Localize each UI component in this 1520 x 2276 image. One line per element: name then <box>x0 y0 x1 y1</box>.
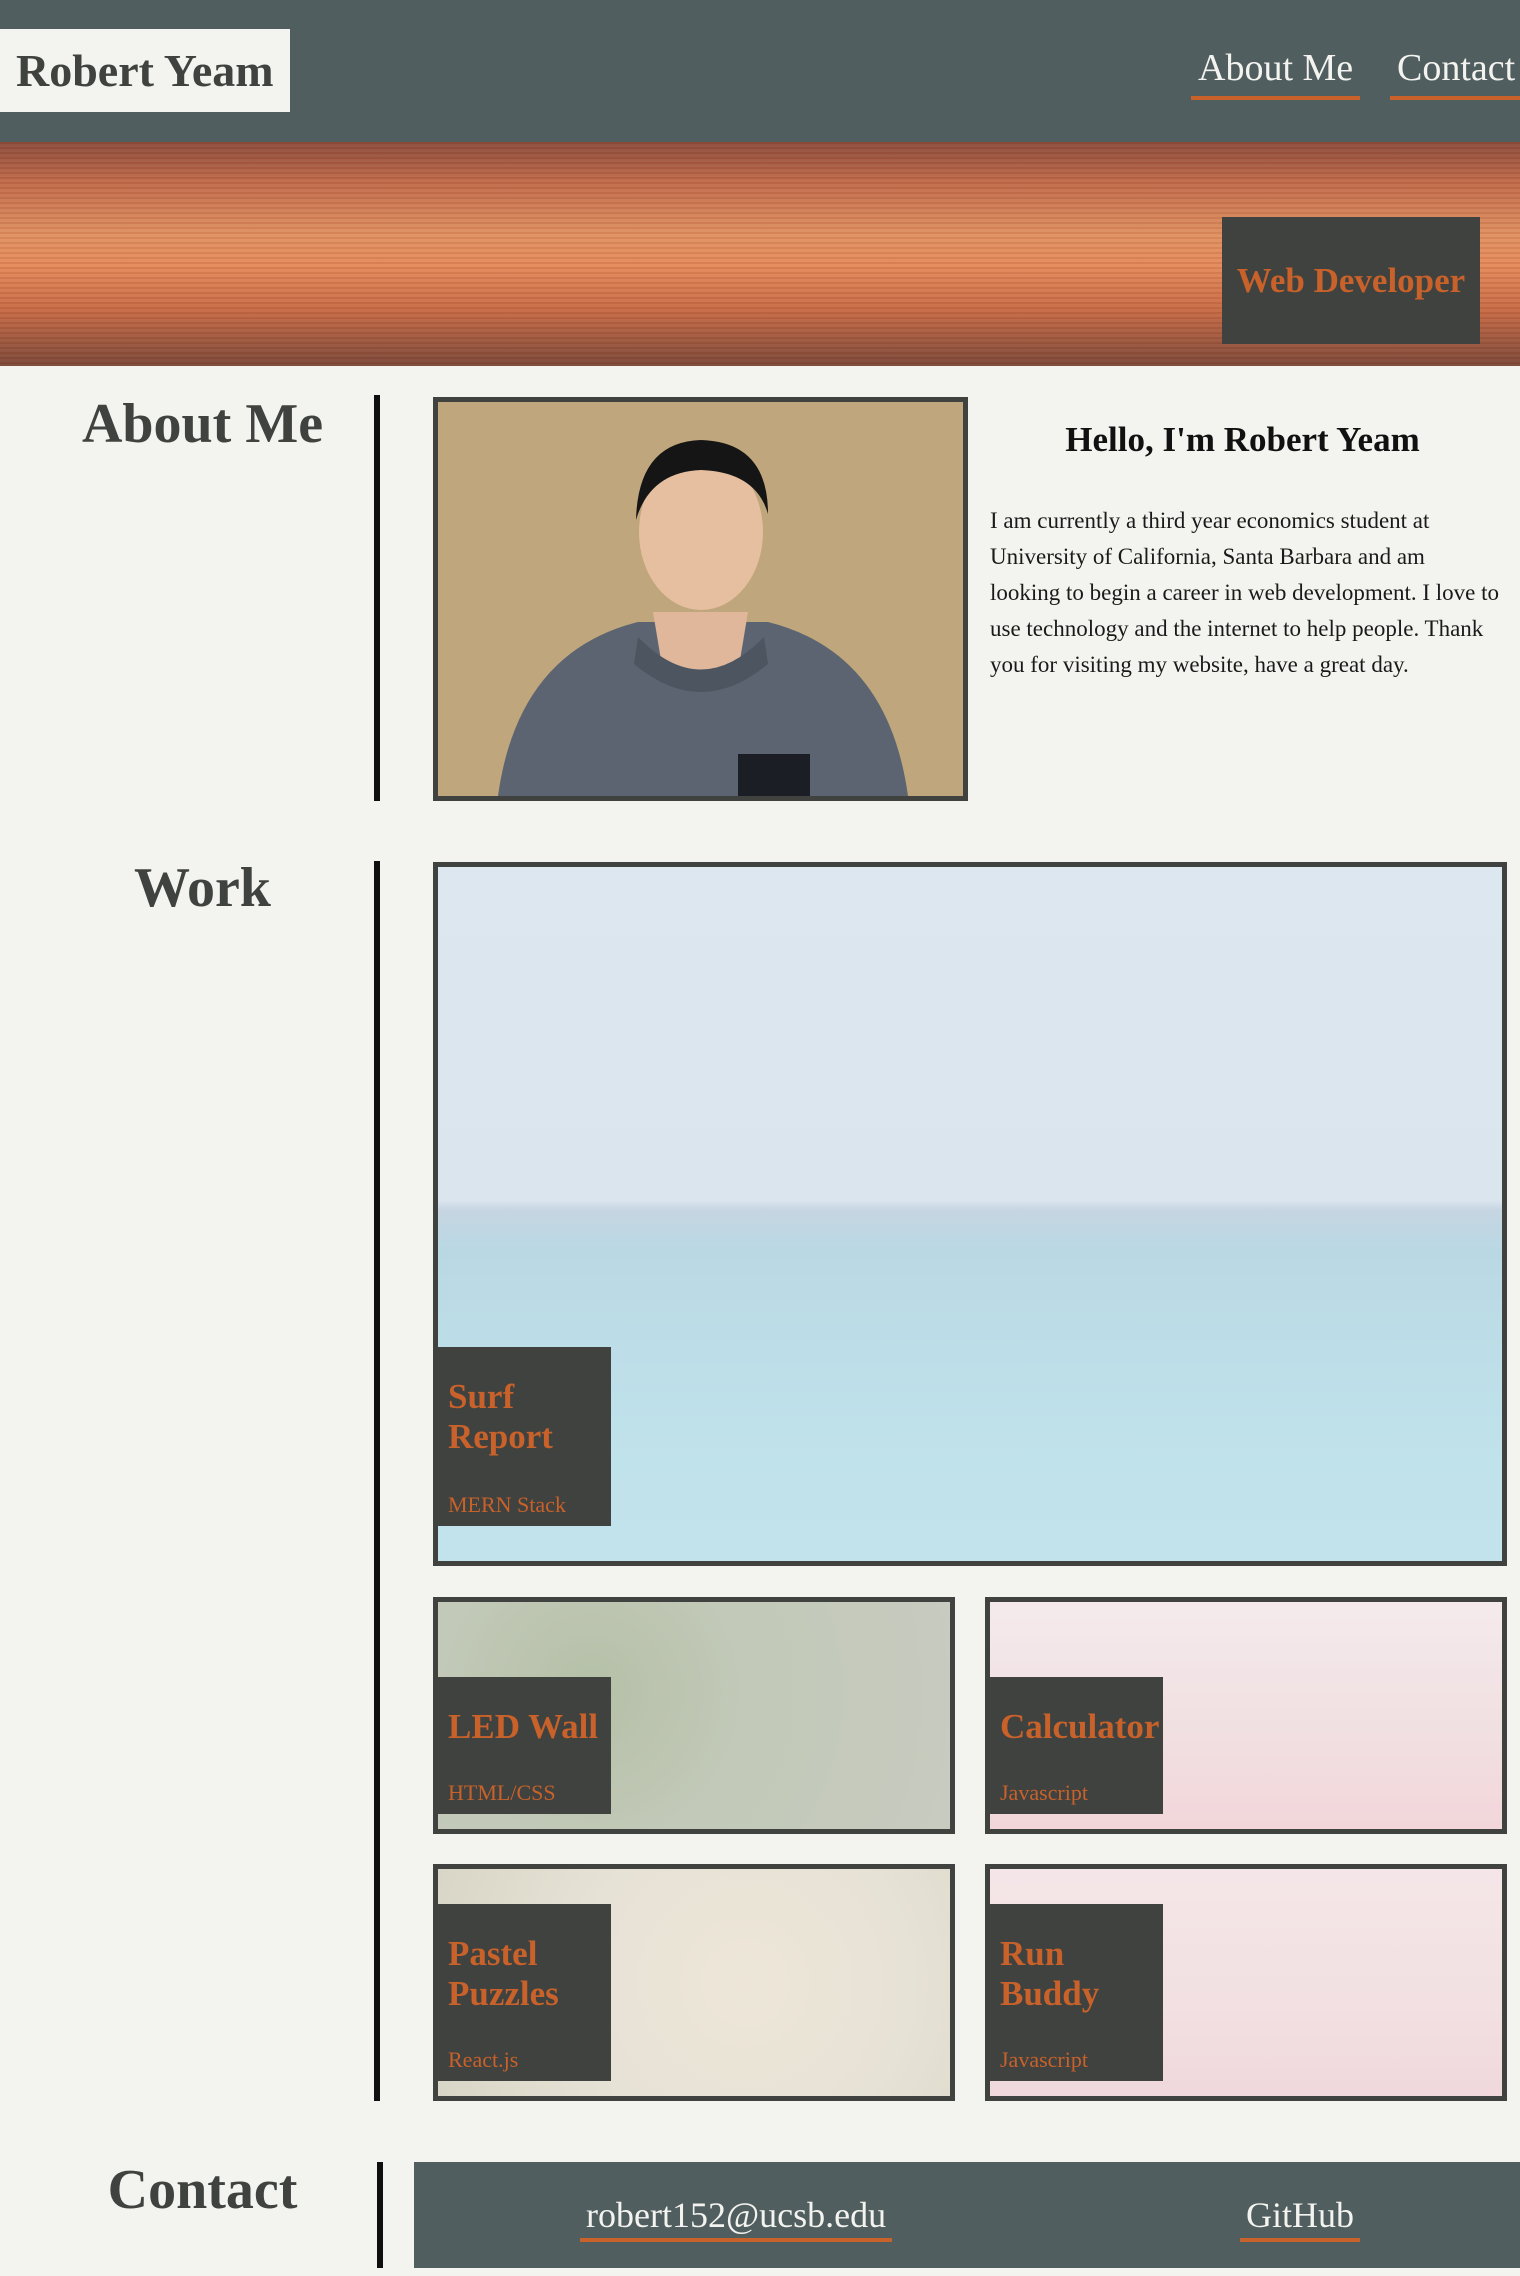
project-tech: React.js <box>448 2047 519 2072</box>
project-tech: HTML/CSS <box>448 1780 556 1805</box>
about-divider <box>374 395 380 801</box>
nav-contact-link[interactable]: Contact <box>1390 47 1520 100</box>
project-title: Pastel Puzzles <box>448 1934 559 2013</box>
work-divider <box>374 861 380 2101</box>
work-section-title: Work <box>134 857 271 919</box>
project-tech: MERN Stack <box>448 1492 566 1517</box>
contact-github-link[interactable]: GitHub <box>1240 2195 1360 2242</box>
project-label-box: Run Buddy Javascript <box>990 1904 1163 2081</box>
contact-divider <box>377 2162 383 2268</box>
about-bio: I am currently a third year economics st… <box>990 508 1500 677</box>
nav-about-me-link[interactable]: About Me <box>1191 47 1361 100</box>
contact-section-title: Contact <box>107 2159 298 2221</box>
project-label-box: Calculator Javascript <box>990 1677 1163 1814</box>
about-greeting: Hello, I'm Robert Yeam <box>1065 420 1420 459</box>
profile-portrait-illustration <box>438 402 963 796</box>
about-section-title: About Me <box>81 393 324 455</box>
project-title: Calculator <box>1000 1707 1160 1746</box>
project-card-surf-report[interactable]: Surf Report MERN Stack <box>433 862 1507 1566</box>
project-card-calculator[interactable]: Calculator Javascript <box>985 1597 1507 1834</box>
project-card-run-buddy[interactable]: Run Buddy Javascript <box>985 1864 1507 2101</box>
project-label-box: LED Wall HTML/CSS <box>438 1677 611 1814</box>
project-label-box: Pastel Puzzles React.js <box>438 1904 611 2081</box>
project-card-led-wall[interactable]: LED Wall HTML/CSS <box>433 1597 955 1834</box>
project-title: Surf Report <box>448 1377 553 1456</box>
site-brand[interactable]: Robert Yeam <box>0 29 290 112</box>
profile-photo <box>433 397 968 801</box>
project-tech: Javascript <box>1000 1780 1088 1805</box>
project-label-box: Surf Report MERN Stack <box>438 1347 611 1526</box>
hero-role-badge: Web Developer <box>1222 217 1480 344</box>
project-tech: Javascript <box>1000 2047 1088 2072</box>
project-card-pastel-puzzles[interactable]: Pastel Puzzles React.js <box>433 1864 955 2101</box>
project-title: Run Buddy <box>1000 1934 1100 2013</box>
project-title: LED Wall <box>448 1707 599 1746</box>
contact-email-link[interactable]: robert152@ucsb.edu <box>580 2195 893 2242</box>
